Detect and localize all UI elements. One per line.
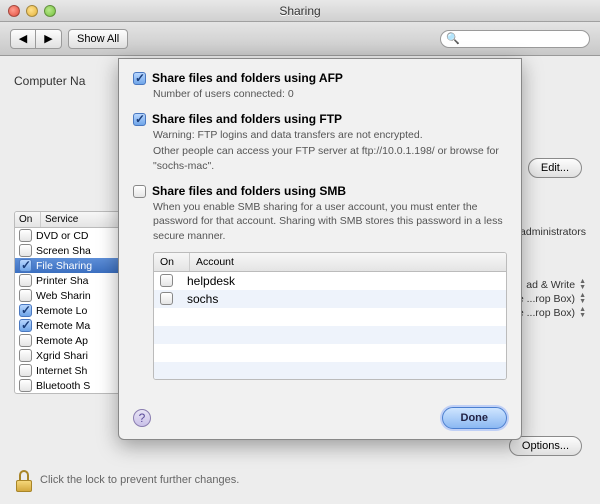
service-row[interactable]: Printer Sha <box>15 273 133 288</box>
accounts-table: On Account helpdesk sochs <box>153 252 507 380</box>
service-checkbox[interactable] <box>19 304 32 317</box>
service-name: Screen Sha <box>36 245 91 257</box>
service-name: Xgrid Shari <box>36 350 88 362</box>
service-row[interactable]: Bluetooth S <box>15 378 133 393</box>
service-checkbox[interactable] <box>19 274 32 287</box>
service-name: Bluetooth S <box>36 380 90 392</box>
perm-readwrite: ad & Write <box>526 279 575 291</box>
service-row[interactable]: Remote Lo <box>15 303 133 318</box>
lock-text: Click the lock to prevent further change… <box>40 474 239 486</box>
show-all-button[interactable]: Show All <box>68 29 128 49</box>
afp-sub: Number of users connected: 0 <box>153 87 507 102</box>
zoom-icon[interactable] <box>44 5 56 17</box>
accounts-header-account: Account <box>190 253 240 271</box>
smb-info: When you enable SMB sharing for a user a… <box>153 200 507 244</box>
account-row[interactable]: sochs <box>154 290 506 308</box>
service-name: Printer Sha <box>36 275 89 287</box>
smb-checkbox[interactable] <box>133 185 146 198</box>
service-name: Remote Ap <box>36 335 88 347</box>
service-checkbox[interactable] <box>19 334 32 347</box>
service-row[interactable]: Web Sharin <box>15 288 133 303</box>
toolbar: ◀ ▶ Show All 🔍 <box>0 22 600 56</box>
afp-checkbox[interactable] <box>133 72 146 85</box>
service-name: DVD or CD <box>36 230 89 242</box>
service-name: Remote Lo <box>36 305 87 317</box>
stepper-icon[interactable]: ▲▼ <box>579 307 586 319</box>
services-header-service: Service <box>41 212 82 227</box>
service-checkbox[interactable] <box>19 364 32 377</box>
service-row[interactable]: Internet Sh <box>15 363 133 378</box>
ftp-info: Other people can access your FTP server … <box>153 144 507 173</box>
minimize-icon[interactable] <box>26 5 38 17</box>
service-checkbox[interactable] <box>19 259 32 272</box>
service-row[interactable]: Xgrid Shari <box>15 348 133 363</box>
service-checkbox[interactable] <box>19 319 32 332</box>
service-row[interactable]: Remote Ap <box>15 333 133 348</box>
done-button[interactable]: Done <box>442 407 508 429</box>
titlebar: Sharing <box>0 0 600 22</box>
service-name: Web Sharin <box>36 290 91 302</box>
edit-button[interactable]: Edit... <box>528 158 582 178</box>
afp-label: Share files and folders using AFP <box>152 71 343 85</box>
services-list: On Service DVD or CD Screen Sha File Shari… <box>14 211 134 394</box>
account-name: sochs <box>187 292 218 306</box>
service-row[interactable]: File Sharing <box>15 258 133 273</box>
service-checkbox[interactable] <box>19 244 32 257</box>
smb-label: Share files and folders using SMB <box>152 184 346 198</box>
search-input[interactable] <box>440 30 590 48</box>
back-button[interactable]: ◀ <box>10 29 36 49</box>
service-checkbox[interactable] <box>19 379 32 392</box>
service-name: File Sharing <box>36 260 92 272</box>
search-icon: 🔍 <box>446 32 460 45</box>
help-button[interactable]: ? <box>133 409 151 427</box>
options-sheet: Share files and folders using AFP Number… <box>118 58 522 440</box>
stepper-icon[interactable]: ▲▼ <box>579 279 586 291</box>
ftp-checkbox[interactable] <box>133 113 146 126</box>
service-name: Remote Ma <box>36 320 90 332</box>
forward-button[interactable]: ▶ <box>36 29 62 49</box>
services-header-on: On <box>15 212 41 227</box>
ftp-warning: Warning: FTP logins and data transfers a… <box>153 128 507 143</box>
stepper-icon[interactable]: ▲▼ <box>579 293 586 305</box>
service-name: Internet Sh <box>36 365 87 377</box>
ftp-label: Share files and folders using FTP <box>152 112 342 126</box>
accounts-header-on: On <box>154 253 190 271</box>
service-row[interactable]: Remote Ma <box>15 318 133 333</box>
close-icon[interactable] <box>8 5 20 17</box>
options-button[interactable]: Options... <box>509 436 582 456</box>
service-checkbox[interactable] <box>19 349 32 362</box>
account-name: helpdesk <box>187 274 235 288</box>
window-title: Sharing <box>0 4 600 18</box>
service-checkbox[interactable] <box>19 289 32 302</box>
account-row[interactable]: helpdesk <box>154 272 506 290</box>
service-row[interactable]: DVD or CD <box>15 228 133 243</box>
account-checkbox[interactable] <box>160 274 173 287</box>
account-checkbox[interactable] <box>160 292 173 305</box>
lock-icon[interactable] <box>14 468 34 492</box>
service-checkbox[interactable] <box>19 229 32 242</box>
service-row[interactable]: Screen Sha <box>15 243 133 258</box>
